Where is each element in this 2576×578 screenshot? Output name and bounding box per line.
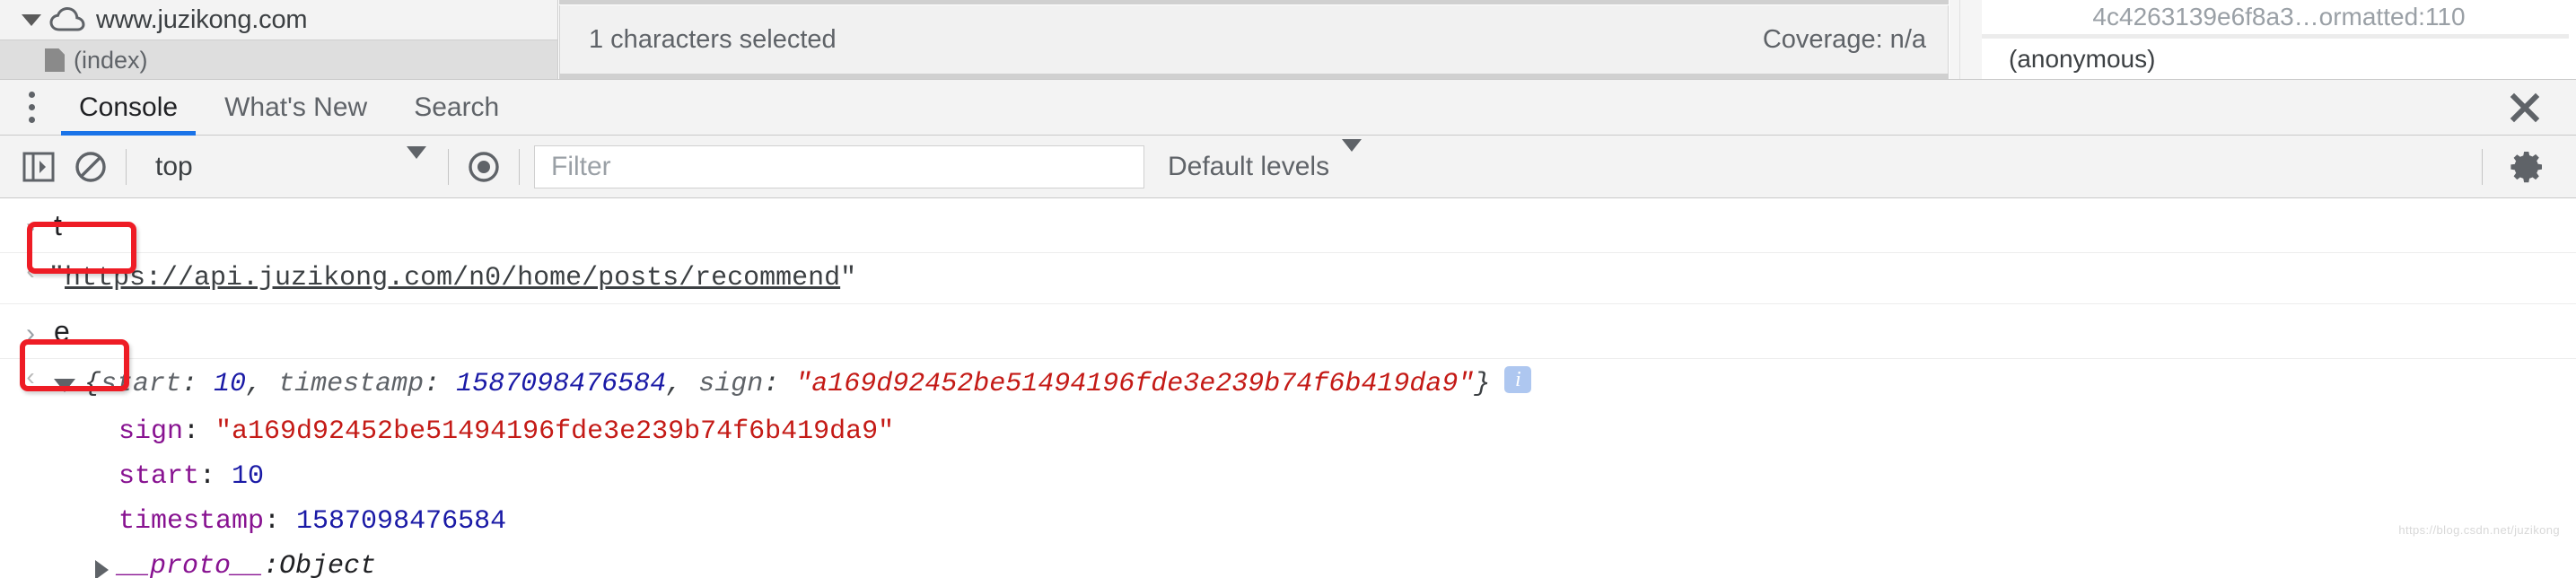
prompt-chevron-icon: › [26, 319, 35, 348]
tab-search-label: Search [414, 92, 500, 122]
quote-close: " [840, 263, 857, 293]
call-frame-name: (anonymous) [2009, 44, 2156, 73]
property-name: start [118, 461, 200, 492]
property-name: timestamp [118, 506, 265, 537]
console-input-text[interactable]: t [48, 211, 62, 240]
preview-key-start: start [101, 369, 182, 399]
property-colon: : [183, 416, 216, 447]
preview-value-sign: "a169d92452be51494196fde3e239b74f6b419da… [795, 369, 1475, 399]
tree-item-file-label: (index) [74, 46, 148, 74]
console-input-text[interactable]: e [48, 317, 70, 346]
object-property-row[interactable]: start: 10 [0, 454, 2576, 499]
execution-context-value: top [155, 151, 193, 181]
property-colon: : [263, 551, 280, 578]
triangle-right-icon[interactable] [95, 560, 109, 578]
property-value: 1587098476584 [296, 506, 507, 537]
property-value: 10 [232, 461, 265, 492]
devtools-drawer: Console What's New Search top Filter Def… [0, 79, 2576, 578]
sources-navigator-panel: www.juzikong.com (index) [0, 0, 558, 79]
console-input-row[interactable]: › e [0, 304, 2576, 358]
object-property-start: start: 10 [118, 454, 264, 499]
preview-sep: : [424, 369, 457, 399]
log-levels-select[interactable]: Default levels [1168, 138, 1362, 182]
chevron-down-icon [1342, 138, 1362, 182]
close-icon[interactable] [2493, 80, 2556, 136]
property-value: "a169d92452be51494196fde3e239b74f6b419da… [215, 416, 895, 447]
console-message-list[interactable]: › t ‹ "https://api.juzikong.com/n0/home/… [0, 198, 2576, 578]
preview-value-timestamp: 1587098476584 [456, 369, 667, 399]
output-arrow-icon: ‹ [26, 363, 35, 390]
triangle-down-icon[interactable] [54, 379, 75, 392]
preview-sep: : [181, 369, 215, 399]
object-property-row[interactable]: sign: "a169d92452be51494196fde3e239b74f6… [0, 409, 2576, 454]
tab-whats-new[interactable]: What's New [201, 80, 390, 136]
selection-status-text: 1 characters selected [589, 24, 837, 54]
clear-console-icon[interactable] [65, 136, 117, 198]
object-property-timestamp: timestamp: 1587098476584 [118, 499, 506, 544]
console-output-row-object[interactable]: ‹ {start: 10, timestamp: 1587098476584, … [0, 359, 2576, 409]
object-preview[interactable]: {start: 10, timestamp: 1587098476584, si… [84, 359, 1532, 409]
execution-context-select[interactable]: top [143, 145, 439, 188]
call-frame-name-row[interactable]: (anonymous) [1982, 39, 2576, 79]
console-output-url[interactable]: https://api.juzikong.com/n0/home/posts/r… [65, 263, 840, 293]
tab-whats-new-label: What's New [224, 92, 368, 122]
drawer-tab-bar: Console What's New Search [0, 80, 2576, 136]
info-badge-icon[interactable]: i [1504, 366, 1532, 394]
cloud-icon [49, 7, 85, 32]
brace-close: } [1474, 369, 1491, 399]
chevron-down-icon [407, 145, 426, 175]
tree-item-domain-label: www.juzikong.com [96, 4, 308, 34]
call-frame-location-row[interactable]: 4c4263139e6f8a3…ormatted:110 [1982, 0, 2576, 34]
watermark-text: https://blog.csdn.net/juzikong [2398, 523, 2560, 537]
object-property-row-proto[interactable]: __proto__: Object [0, 544, 2576, 578]
gear-icon[interactable] [2492, 136, 2563, 198]
console-output-string[interactable]: "https://api.juzikong.com/n0/home/posts/… [48, 253, 856, 303]
preview-value-start: 10 [214, 369, 247, 399]
triangle-down-icon[interactable] [22, 13, 41, 26]
tab-console-label: Console [79, 92, 179, 122]
filter-input-wrapper[interactable] [534, 144, 1144, 188]
live-expression-eye-icon[interactable] [458, 136, 510, 198]
status-bar-top-border [559, 0, 1949, 4]
property-colon: : [199, 461, 232, 492]
console-toolbar: top Default levels [0, 136, 2576, 198]
brace-open: { [84, 369, 101, 399]
editor-status-bar: 1 characters selected Coverage: n/a [559, 5, 1949, 74]
property-value: Object [279, 551, 377, 578]
coverage-status-text[interactable]: Coverage: n/a [1763, 25, 1926, 55]
preview-key-timestamp: timestamp [278, 369, 425, 399]
output-arrow-icon: ‹ [26, 257, 35, 285]
property-name: __proto__ [118, 551, 264, 578]
object-property-sign: sign: "a169d92452be51494196fde3e239b74f6… [118, 409, 894, 454]
call-frame-location: 4c4263139e6f8a3…ormatted:110 [2092, 3, 2466, 31]
toolbar-divider-2 [448, 148, 449, 185]
top-strip: www.juzikong.com (index) 1 characters se… [0, 0, 2576, 578]
toolbar-divider-3 [519, 148, 520, 185]
preview-key-sign: sign [698, 369, 764, 399]
devtools-screenshot: www.juzikong.com (index) 1 characters se… [0, 0, 2576, 578]
toolbar-divider-4 [2482, 148, 2483, 185]
preview-sep: : [763, 369, 796, 399]
toolbar-divider-1 [126, 148, 127, 185]
object-property-row[interactable]: timestamp: 1587098476584 [0, 499, 2576, 544]
tree-item-file[interactable]: (index) [0, 40, 557, 79]
tree-item-domain[interactable]: www.juzikong.com [0, 0, 557, 39]
call-stack-panel: 4c4263139e6f8a3…ormatted:110 (anonymous) [1950, 0, 2576, 79]
quote-open: " [48, 263, 66, 293]
panel-left-edge [1950, 0, 1960, 79]
property-colon: : [264, 506, 297, 537]
console-sidebar-icon[interactable] [13, 136, 65, 198]
preview-comma: , [246, 369, 279, 399]
kebab-menu-icon[interactable] [7, 80, 56, 136]
tab-console[interactable]: Console [56, 80, 201, 136]
search-input[interactable] [549, 150, 1129, 183]
log-levels-label: Default levels [1168, 151, 1330, 181]
file-icon [45, 48, 65, 72]
console-output-row-url[interactable]: ‹ "https://api.juzikong.com/n0/home/post… [0, 253, 2576, 303]
preview-comma: , [666, 369, 699, 399]
property-name: sign [118, 416, 184, 447]
tab-search[interactable]: Search [390, 80, 522, 136]
prompt-chevron-icon: › [26, 213, 35, 242]
console-input-row[interactable]: › t [0, 198, 2576, 252]
